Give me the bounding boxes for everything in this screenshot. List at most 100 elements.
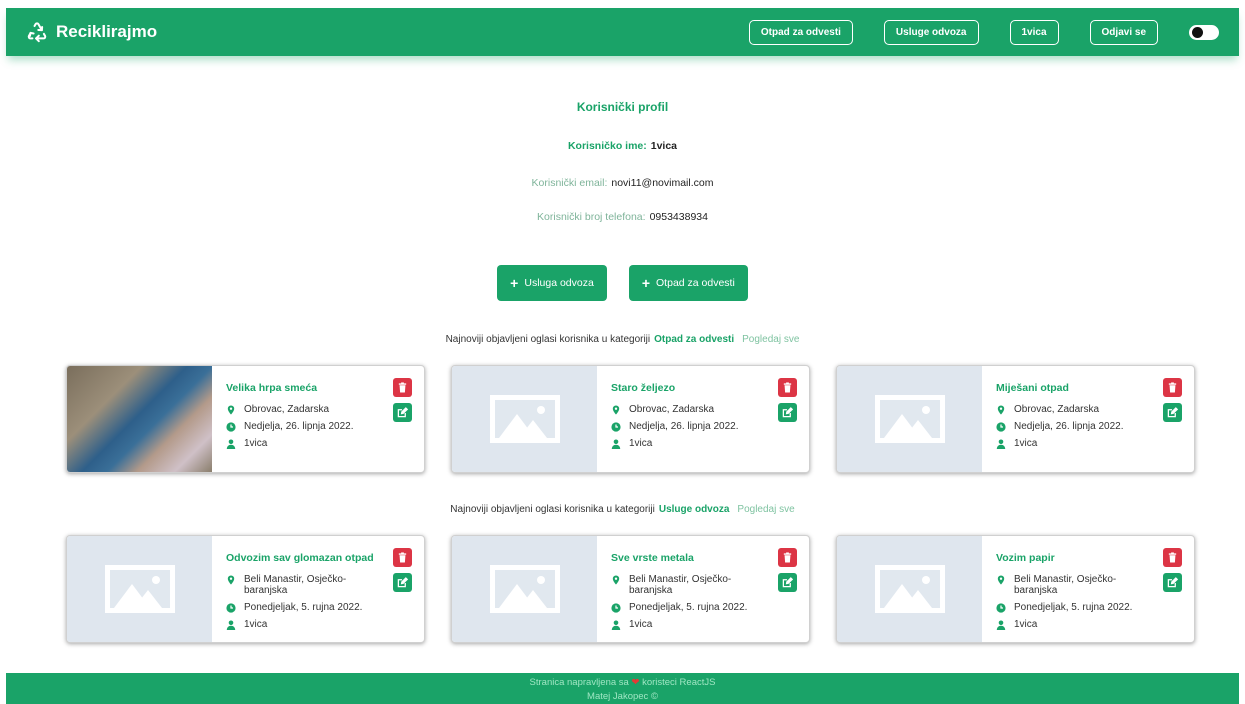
listing-user: 1vica (629, 619, 653, 630)
listing-card[interactable]: Odvozim sav glomazan otpad Beli Manastir… (66, 535, 425, 643)
edit-button[interactable] (393, 573, 412, 592)
section-prefix: Najnoviji objavljeni oglasi korisnika u … (450, 504, 655, 515)
add-service-label: Usluga odvoza (524, 277, 594, 289)
trash-icon (1168, 552, 1177, 563)
section-category-link[interactable]: Otpad za odvesti (654, 334, 734, 345)
location-icon (612, 405, 620, 415)
brand[interactable]: Reciklirajmo (26, 21, 157, 43)
add-waste-label: Otpad za odvesti (656, 277, 735, 289)
username-label: Korisničko ime: (567, 140, 647, 152)
email-row: Korisnički email: novi11@novimail.com (0, 177, 1245, 189)
nav-services-button[interactable]: Usluge odvoza (883, 19, 979, 45)
listing-card[interactable]: Staro željezo Obrovac, Zadarska Nedjelja… (451, 365, 810, 473)
username-value: 1vica (650, 140, 678, 152)
nav-profile-button[interactable]: 1vica (1009, 19, 1059, 45)
listing-card[interactable]: Miješani otpad Obrovac, Zadarska Nedjelj… (836, 365, 1195, 473)
email-label: Korisnički email: (531, 177, 608, 189)
user-icon (611, 439, 621, 449)
delete-button[interactable] (1163, 378, 1182, 397)
listing-location: Beli Manastir, Osječko-baranjska (629, 574, 732, 596)
listing-date: Ponedjeljak, 5. rujna 2022. (629, 602, 748, 613)
listing-date: Nedjelja, 26. lipnja 2022. (244, 421, 354, 432)
image-placeholder-icon (452, 366, 597, 472)
phone-row: Korisnički broj telefona: 0953438934 (0, 211, 1245, 223)
location-icon (227, 405, 235, 415)
theme-toggle[interactable] (1189, 24, 1219, 40)
edit-icon (1167, 577, 1178, 588)
listing-date: Ponedjeljak, 5. rujna 2022. (244, 602, 363, 613)
user-icon (996, 439, 1006, 449)
delete-button[interactable] (393, 378, 412, 397)
delete-button[interactable] (1163, 548, 1182, 567)
see-all-link[interactable]: Pogledaj sve (737, 504, 794, 515)
edit-icon (1167, 407, 1178, 418)
add-waste-button[interactable]: + Otpad za odvesti (628, 265, 748, 301)
clock-icon (226, 422, 236, 432)
footer-line-1: Stranica napravljena sa ❤ koristeci Reac… (6, 676, 1239, 690)
edit-icon (397, 577, 408, 588)
listing-card[interactable]: Vozim papir Beli Manastir, Osječko-baran… (836, 535, 1195, 643)
delete-button[interactable] (393, 548, 412, 567)
edit-button[interactable] (778, 403, 797, 422)
listing-location: Obrovac, Zadarska (244, 404, 330, 415)
section-prefix: Najnoviji objavljeni oglasi korisnika u … (445, 334, 651, 345)
waste-cards-row: Velika hrpa smeća Obrovac, Zadarska Nedj… (66, 365, 1195, 473)
listing-card[interactable]: Velika hrpa smeća Obrovac, Zadarska Nedj… (66, 365, 425, 473)
brand-name: Reciklirajmo (56, 22, 158, 41)
edit-icon (397, 407, 408, 418)
delete-button[interactable] (778, 378, 797, 397)
listing-location: Obrovac, Zadarska (629, 404, 715, 415)
clock-icon (611, 603, 621, 613)
page: Reciklirajmo Otpad za odvesti Usluge odv… (0, 0, 1245, 704)
listing-user: 1vica (1014, 619, 1038, 630)
listing-user: 1vica (1014, 438, 1038, 449)
trash-icon (783, 552, 792, 563)
nav-links: Otpad za odvesti Usluge odvoza 1vica Odj… (748, 19, 1219, 45)
footer: Stranica napravljena sa ❤ koristeci Reac… (6, 673, 1239, 704)
clock-icon (996, 603, 1006, 613)
clock-icon (226, 603, 236, 613)
services-section-heading: Najnoviji objavljeni oglasi korisnika u … (0, 504, 1245, 515)
user-icon (611, 620, 621, 630)
edit-button[interactable] (1163, 403, 1182, 422)
trash-icon (783, 382, 792, 393)
listing-card[interactable]: Sve vrste metala Beli Manastir, Osječko-… (451, 535, 810, 643)
image-placeholder-icon (837, 366, 982, 472)
image-placeholder-icon (452, 536, 597, 642)
image-placeholder-icon (67, 536, 212, 642)
listing-location: Obrovac, Zadarska (1014, 404, 1100, 415)
trash-icon (1168, 382, 1177, 393)
heart-icon: ❤ (631, 677, 640, 688)
edit-button[interactable] (393, 403, 412, 422)
edit-button[interactable] (778, 573, 797, 592)
edit-icon (782, 577, 793, 588)
location-icon (997, 405, 1005, 415)
trash-icon (398, 382, 407, 393)
location-icon (997, 575, 1005, 585)
nav-waste-button[interactable]: Otpad za odvesti (748, 19, 853, 45)
listing-date: Nedjelja, 26. lipnja 2022. (1014, 421, 1124, 432)
navbar: Reciklirajmo Otpad za odvesti Usluge odv… (6, 8, 1239, 56)
listing-photo (67, 366, 212, 472)
clock-icon (996, 422, 1006, 432)
recycle-icon (27, 22, 47, 43)
plus-icon: + (641, 275, 651, 291)
edit-button[interactable] (1163, 573, 1182, 592)
edit-icon (782, 407, 793, 418)
username-row: Korisničko ime: 1vica (0, 140, 1245, 152)
footer-author: Matej Jakopec © (587, 691, 658, 702)
trash-icon (398, 552, 407, 563)
listing-user: 1vica (244, 619, 268, 630)
see-all-link[interactable]: Pogledaj sve (742, 334, 799, 345)
footer-text-a: Stranica napravljena sa (529, 677, 629, 688)
user-icon (226, 439, 236, 449)
add-service-button[interactable]: + Usluga odvoza (497, 265, 607, 301)
phone-value: 0953438934 (649, 211, 708, 223)
section-category-link[interactable]: Usluge odvoza (659, 504, 730, 515)
logout-button[interactable]: Odjavi se (1089, 19, 1158, 45)
user-icon (996, 620, 1006, 630)
profile-actions: + Usluga odvoza + Otpad za odvesti (0, 265, 1245, 301)
delete-button[interactable] (778, 548, 797, 567)
location-icon (227, 575, 235, 585)
email-value: novi11@novimail.com (611, 177, 714, 189)
